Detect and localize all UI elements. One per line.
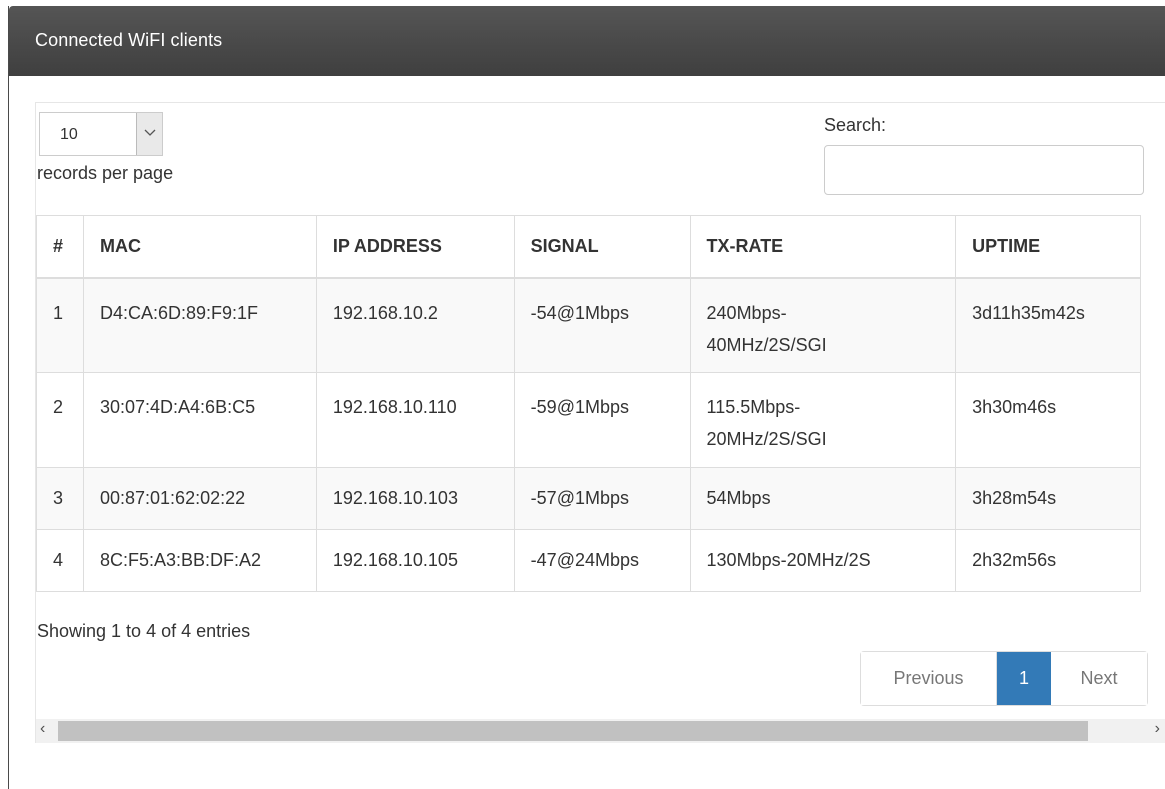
cell-mac: 30:07:4D:A4:6B:C5 — [82, 372, 317, 468]
column-header-tx-rate[interactable]: TX-RATE — [689, 215, 957, 279]
panel-title: Connected WiFI clients — [35, 30, 223, 50]
cell-mac: D4:CA:6D:89:F9:1F — [82, 277, 317, 373]
cell-mac: 8C:F5:A3:BB:DF:A2 — [82, 529, 317, 592]
cell-ip: 192.168.10.2 — [315, 277, 515, 373]
scrollbar-thumb[interactable] — [58, 721, 1088, 741]
table-row: 3 00:87:01:62:02:22 192.168.10.103 -57@1… — [36, 467, 1141, 530]
cell-uptime: 3h28m54s — [955, 467, 1141, 530]
cell-mac: 00:87:01:62:02:22 — [82, 467, 317, 530]
datatable-wrapper: 10 records per page Search: # MAC IP ADD… — [35, 102, 1165, 743]
records-per-page-value: 10 — [60, 126, 78, 143]
column-header-ip[interactable]: IP ADDRESS — [315, 215, 515, 279]
table-row: 1 D4:CA:6D:89:F9:1F 192.168.10.2 -54@1Mb… — [36, 277, 1141, 373]
next-page-button[interactable]: Next — [1051, 652, 1147, 705]
cell-index: 4 — [36, 529, 84, 592]
previous-page-button[interactable]: Previous — [861, 652, 997, 705]
cell-index: 1 — [36, 277, 84, 373]
cell-tx-rate: 115.5Mbps- 20MHz/2S/SGI — [689, 372, 957, 468]
column-header-uptime[interactable]: UPTIME — [955, 215, 1141, 279]
cell-tx-rate: 240Mbps- 40MHz/2S/SGI — [689, 277, 957, 373]
cell-signal: -47@24Mbps — [513, 529, 691, 592]
wifi-clients-panel: Connected WiFI clients 10 records per pa… — [8, 6, 1165, 789]
cell-index: 3 — [36, 467, 84, 530]
page-1-button[interactable]: 1 — [997, 652, 1051, 705]
column-header-signal[interactable]: SIGNAL — [513, 215, 691, 279]
cell-signal: -57@1Mbps — [513, 467, 691, 530]
search-label: Search: — [824, 115, 887, 135]
cell-tx-rate: 130Mbps-20MHz/2S — [689, 529, 957, 592]
column-header-index[interactable]: # — [36, 215, 84, 279]
cell-signal: -54@1Mbps — [513, 277, 691, 373]
cell-uptime: 3h30m46s — [955, 372, 1141, 468]
search-input[interactable] — [824, 145, 1144, 195]
table-header-row: # MAC IP ADDRESS SIGNAL TX-RATE UPTIME — [36, 215, 1141, 279]
cell-uptime: 2h32m56s — [955, 529, 1141, 592]
cell-tx-rate: 54Mbps — [689, 467, 957, 530]
scroll-right-icon[interactable]: › — [1155, 720, 1160, 738]
records-per-page-select[interactable]: 10 — [39, 112, 163, 156]
records-per-page-label: records per page — [37, 163, 174, 183]
pagination: Previous 1 Next — [860, 651, 1148, 706]
cell-ip: 192.168.10.110 — [315, 372, 515, 468]
column-header-mac[interactable]: MAC — [82, 215, 317, 279]
panel-header: Connected WiFI clients — [9, 6, 1165, 76]
cell-signal: -59@1Mbps — [513, 372, 691, 468]
cell-ip: 192.168.10.105 — [315, 529, 515, 592]
clients-table: # MAC IP ADDRESS SIGNAL TX-RATE UPTIME 1… — [36, 215, 1141, 592]
horizontal-scrollbar[interactable]: ‹ › — [36, 719, 1165, 743]
scroll-left-icon[interactable]: ‹ — [40, 720, 45, 738]
cell-index: 2 — [36, 372, 84, 468]
table-info: Showing 1 to 4 of 4 entries — [37, 621, 251, 641]
cell-ip: 192.168.10.103 — [315, 467, 515, 530]
table-row: 4 8C:F5:A3:BB:DF:A2 192.168.10.105 -47@2… — [36, 529, 1141, 592]
cell-uptime: 3d11h35m42s — [955, 277, 1141, 373]
chevron-down-icon — [144, 129, 156, 136]
select-dropdown-button[interactable] — [136, 113, 162, 155]
table-row: 2 30:07:4D:A4:6B:C5 192.168.10.110 -59@1… — [36, 372, 1141, 468]
